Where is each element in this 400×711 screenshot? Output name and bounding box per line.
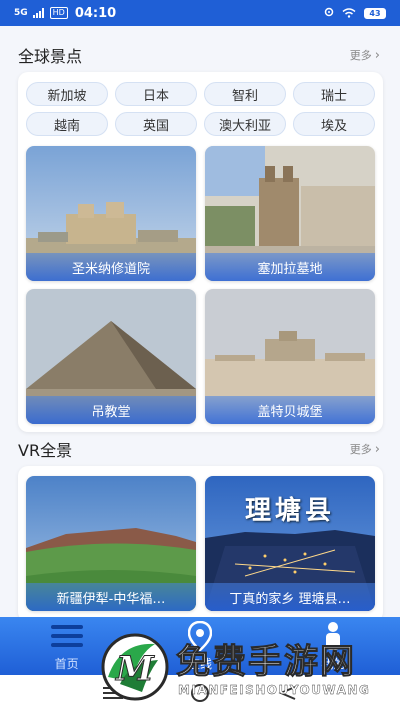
- tag-uk[interactable]: 英国: [115, 112, 197, 136]
- section-title-vr: VR全景: [18, 441, 73, 460]
- home-button-icon[interactable]: [188, 683, 212, 703]
- vr-panel: 新疆伊犁-中华福… 理塘县 丁真的家乡 理塘县…: [18, 466, 383, 622]
- signal-bars-icon: [32, 8, 44, 18]
- tag-australia[interactable]: 澳大利亚: [204, 112, 286, 136]
- location-pin-icon: [183, 620, 217, 651]
- wifi-icon: [342, 8, 356, 18]
- section-title-global-spots: 全球景点: [18, 47, 83, 66]
- nav-item-mine[interactable]: 我的: [278, 621, 388, 672]
- more-link-vr[interactable]: 更多 ›: [350, 441, 380, 457]
- menu-icon: [50, 621, 84, 651]
- spot-card-qaitbay-citadel[interactable]: 盖特贝城堡: [205, 289, 375, 424]
- chevron-right-icon: ›: [374, 47, 380, 63]
- spot-caption: 盖特贝城堡: [205, 396, 375, 424]
- recent-apps-icon[interactable]: [101, 683, 125, 703]
- tag-egypt[interactable]: 埃及: [293, 112, 375, 136]
- spot-caption: 圣米纳修道院: [26, 253, 196, 281]
- vr-caption: 新疆伊犁-中华福…: [26, 583, 196, 611]
- bottom-navigation: 首页 在线 我的: [0, 617, 400, 675]
- nav-label-home: 首页: [54, 656, 79, 671]
- spot-caption: 吊教堂: [26, 396, 196, 424]
- more-label: 更多: [349, 49, 372, 62]
- more-link-global-spots[interactable]: 更多 ›: [350, 47, 380, 63]
- spot-caption: 塞加拉墓地: [205, 253, 375, 281]
- signal-indicator: 5G: [14, 8, 28, 18]
- vr-section-header: VR全景 更多 ›: [0, 434, 400, 464]
- global-spots-panel: 新加坡 日本 智利 瑞士 越南 英国 澳大利亚 埃及 圣米纳修道院 塞加拉墓地 …: [18, 72, 383, 432]
- back-icon[interactable]: [275, 683, 299, 703]
- more-label: 更多: [349, 443, 372, 456]
- tag-chile[interactable]: 智利: [204, 82, 286, 106]
- vr-caption: 丁真的家乡 理塘县…: [205, 583, 375, 611]
- nav-label-online: 在线: [187, 656, 212, 671]
- global-spots-header: 全球景点 更多 ›: [0, 40, 400, 70]
- nav-label-mine: 我的: [321, 656, 346, 671]
- tag-switzerland[interactable]: 瑞士: [293, 82, 375, 106]
- nav-item-online[interactable]: 在线: [145, 620, 255, 672]
- tag-japan[interactable]: 日本: [115, 82, 197, 106]
- vr-card-xinjiang-yili[interactable]: 新疆伊犁-中华福…: [26, 476, 196, 611]
- nav-item-home[interactable]: 首页: [12, 621, 122, 672]
- tag-singapore[interactable]: 新加坡: [26, 82, 108, 106]
- spot-card-hanging-church[interactable]: 吊教堂: [26, 289, 196, 424]
- battery-icon: 43: [364, 7, 386, 19]
- spot-card-saqqara[interactable]: 塞加拉墓地: [205, 146, 375, 281]
- status-time: 04:10: [74, 5, 117, 21]
- person-icon: [316, 621, 350, 651]
- chevron-right-icon: ›: [374, 441, 380, 457]
- hd-badge: HD: [49, 7, 68, 19]
- tag-vietnam[interactable]: 越南: [26, 112, 108, 136]
- litang-image-title: 理塘县: [244, 496, 335, 526]
- system-navigation-bar: [0, 675, 400, 711]
- status-bar: 5G HD 04:10 43: [0, 0, 400, 26]
- vr-card-litang[interactable]: 理塘县 丁真的家乡 理塘县…: [205, 476, 375, 611]
- spot-card-saint-mina[interactable]: 圣米纳修道院: [26, 146, 196, 281]
- country-tag-grid: 新加坡 日本 智利 瑞士 越南 英国 澳大利亚 埃及: [26, 82, 375, 136]
- location-status-icon: [324, 7, 334, 17]
